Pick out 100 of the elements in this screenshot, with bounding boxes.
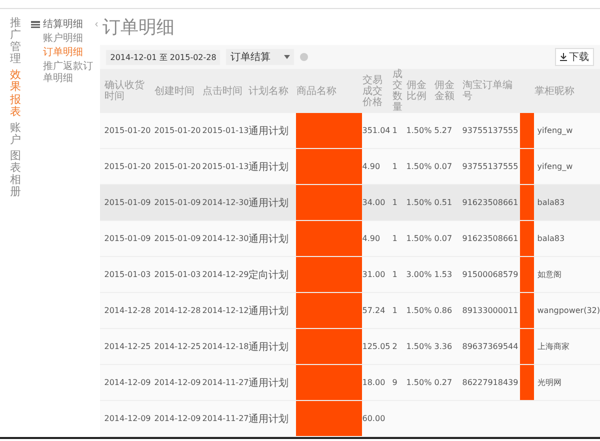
nav-item[interactable]: 推广管理 (10, 17, 22, 66)
table-cell-text: 2014-12-09 (104, 378, 152, 387)
table-cell: 2014-12-29 (202, 270, 248, 279)
table-cell: 2015-01-13 (202, 126, 248, 135)
table-cell-text: 0.27 (434, 378, 454, 387)
table-cell-text: 1.50% (406, 234, 433, 243)
table-cell-text: 89133000011 (462, 306, 520, 315)
table-cell-text: 2014-12-28 (154, 306, 202, 315)
table-cell: 2014-12-30 (202, 234, 248, 243)
table-cell-text: 18.00 (362, 378, 386, 387)
table-row[interactable]: 2014-12-09 2014-12-09 2014-11-27通用计划 18.00 9 1.50% 0.27 86227918439 光明网 (100, 365, 600, 401)
redaction-block (296, 221, 362, 256)
table-row[interactable]: 2014-12-09 2014-12-09 2014-11-27通用计划 60.00 (100, 401, 600, 437)
table-cell-text: 93755137555 (462, 126, 520, 135)
table-cell-text: 2014-12-25 (104, 342, 152, 351)
table-cell-text: 2014-12-09 (154, 414, 202, 423)
table-cell-text: 2015-01-03 (154, 270, 202, 279)
subnav-item[interactable]: 账户明细 (31, 33, 100, 45)
download-icon (560, 53, 567, 61)
table-row[interactable]: 2015-01-20 2015-01-20 2015-01-13通用计划 351.04 1 1.50% 5.27 93755137555 yifeng_w (100, 113, 600, 149)
table-cell: 2014-12-12 (202, 306, 248, 315)
table-cell-text: 1 (392, 162, 398, 171)
table-cell-text: 31.00 (362, 270, 386, 279)
table-cell-text: 3.00% (406, 270, 433, 279)
table-cell-text: wangpower(32) (536, 306, 600, 315)
table-cell-text: 1.50% (406, 342, 433, 351)
column-header: 掌柜昵称 (534, 86, 576, 96)
nav-item[interactable]: 图表相册 (10, 150, 22, 198)
column-header: 创建时间 (154, 86, 196, 96)
table-cell-text: yifeng_w (536, 162, 574, 171)
table-cell-text: 定向计划 (248, 268, 290, 282)
table-cell-text: 通用计划 (248, 340, 290, 354)
subnav-item[interactable]: 推广返款订单明细 (31, 61, 100, 85)
table-cell-text: 1 (392, 234, 398, 243)
column-header: 佣金金额 (434, 80, 456, 102)
table-row[interactable]: 2015-01-20 2015-01-20 2015-01-13通用计划 4.90 1 1.50% 0.07 93755137555 yifeng_w (100, 149, 600, 185)
table-cell-text: 2015-01-03 (104, 270, 152, 279)
subnav-title: 结算明细 (43, 18, 84, 31)
table-cell-text: 57.24 (362, 306, 386, 315)
table-cell-text: yifeng_w (536, 126, 574, 135)
table-row[interactable]: 2015-01-09 2015-01-09 2014-12-30通用计划 4.90 1 1.50% 0.07 91623508661 bala83 (100, 221, 600, 257)
table-cell: 2014-11-27 (202, 414, 248, 423)
table-cell-text: 1.50% (406, 306, 433, 315)
table-row[interactable]: 2014-12-25 2014-12-25 2014-12-18通用计划 125.05 2 1.50% 3.36 89637369544 上海商家 (100, 329, 600, 365)
redaction-block (520, 221, 534, 256)
redaction-block (296, 293, 362, 328)
table-cell-text: 1 (392, 306, 398, 315)
table-cell-text: bala83 (536, 198, 566, 207)
table-cell-text: 91623508661 (462, 198, 520, 207)
column-header: 商品名称 (296, 86, 338, 96)
table-cell-text: 1.50% (406, 378, 433, 387)
list-icon (31, 20, 40, 28)
redaction-block (296, 329, 362, 364)
column-header: 淘宝订单编号 (462, 80, 514, 102)
table-row[interactable]: 2014-12-28 2014-12-28 2014-12-12通用计划 57.24 1 1.50% 0.86 89133000011 wangpower(32) (100, 293, 600, 329)
table-cell-text: 1 (392, 198, 398, 207)
table-cell-text: bala83 (536, 234, 566, 243)
column-header: 成交数量 (392, 69, 404, 113)
redaction-block (296, 401, 362, 436)
nav-item[interactable]: 账户 (10, 122, 22, 146)
table-cell-text: 光明网 (536, 377, 562, 388)
redaction-block (520, 329, 534, 364)
download-button[interactable]: 下载 (555, 48, 594, 66)
table-cell: 2015-01-13 (202, 162, 248, 171)
table-cell: 2014-11-27 (202, 378, 248, 387)
column-header: 确认收货时间 (104, 80, 146, 102)
table-cell-text: 89637369544 (462, 342, 520, 351)
table-cell-text: 3.36 (434, 342, 454, 351)
table-cell-text: 2015-01-09 (104, 198, 152, 207)
table-cell-text: 通用计划 (248, 124, 290, 138)
status-dropdown[interactable]: 订单结算 (226, 49, 294, 65)
table-cell-text: 通用计划 (248, 412, 290, 426)
table-cell-text: 86227918439 (462, 378, 520, 387)
table-cell-text: 4.90 (362, 162, 382, 171)
table-cell: 2014-12-30 (202, 198, 248, 207)
table-cell-text: 2015-01-20 (154, 162, 202, 171)
table-cell-text: 5.27 (434, 126, 454, 135)
table-cell-text: 0.51 (434, 198, 454, 207)
table-cell-text: 如意阁 (536, 269, 562, 280)
column-header: 佣金比例 (406, 80, 428, 102)
redaction-block (520, 257, 534, 292)
table-cell-text: 34.00 (362, 198, 386, 207)
help-icon[interactable] (300, 53, 308, 61)
table-cell-text: 0.07 (434, 162, 454, 171)
table-cell-text: 1 (392, 270, 398, 279)
redaction-block (520, 365, 534, 400)
table-cell-text: 93755137555 (462, 162, 520, 171)
column-header: 计划名称 (248, 86, 290, 96)
table-cell-text: 1.50% (406, 162, 433, 171)
table-cell-text: 60.00 (362, 414, 386, 423)
table-cell-text: 上海商家 (536, 341, 570, 352)
table-cell: 2014-12-18 (202, 342, 248, 351)
table-row[interactable]: 2015-01-09 2015-01-09 2014-12-30通用计划 34.00 1 1.50% 0.51 91623508661 bala83 (100, 185, 600, 221)
date-range-field[interactable]: 2014-12-01 至 2015-02-28 (106, 50, 220, 64)
table-row[interactable]: 2015-01-03 2015-01-03 2014-12-29定向计划 31.00 1 3.00% 1.53 91500068579 如意阁 (100, 257, 600, 293)
table-cell-text: 2015-01-20 (154, 126, 202, 135)
column-header: 交易成交价格 (362, 74, 384, 108)
table-cell-text: 2014-12-25 (154, 342, 202, 351)
table-cell-text: 1.53 (434, 270, 454, 279)
table-cell-text: 2 (392, 342, 398, 351)
